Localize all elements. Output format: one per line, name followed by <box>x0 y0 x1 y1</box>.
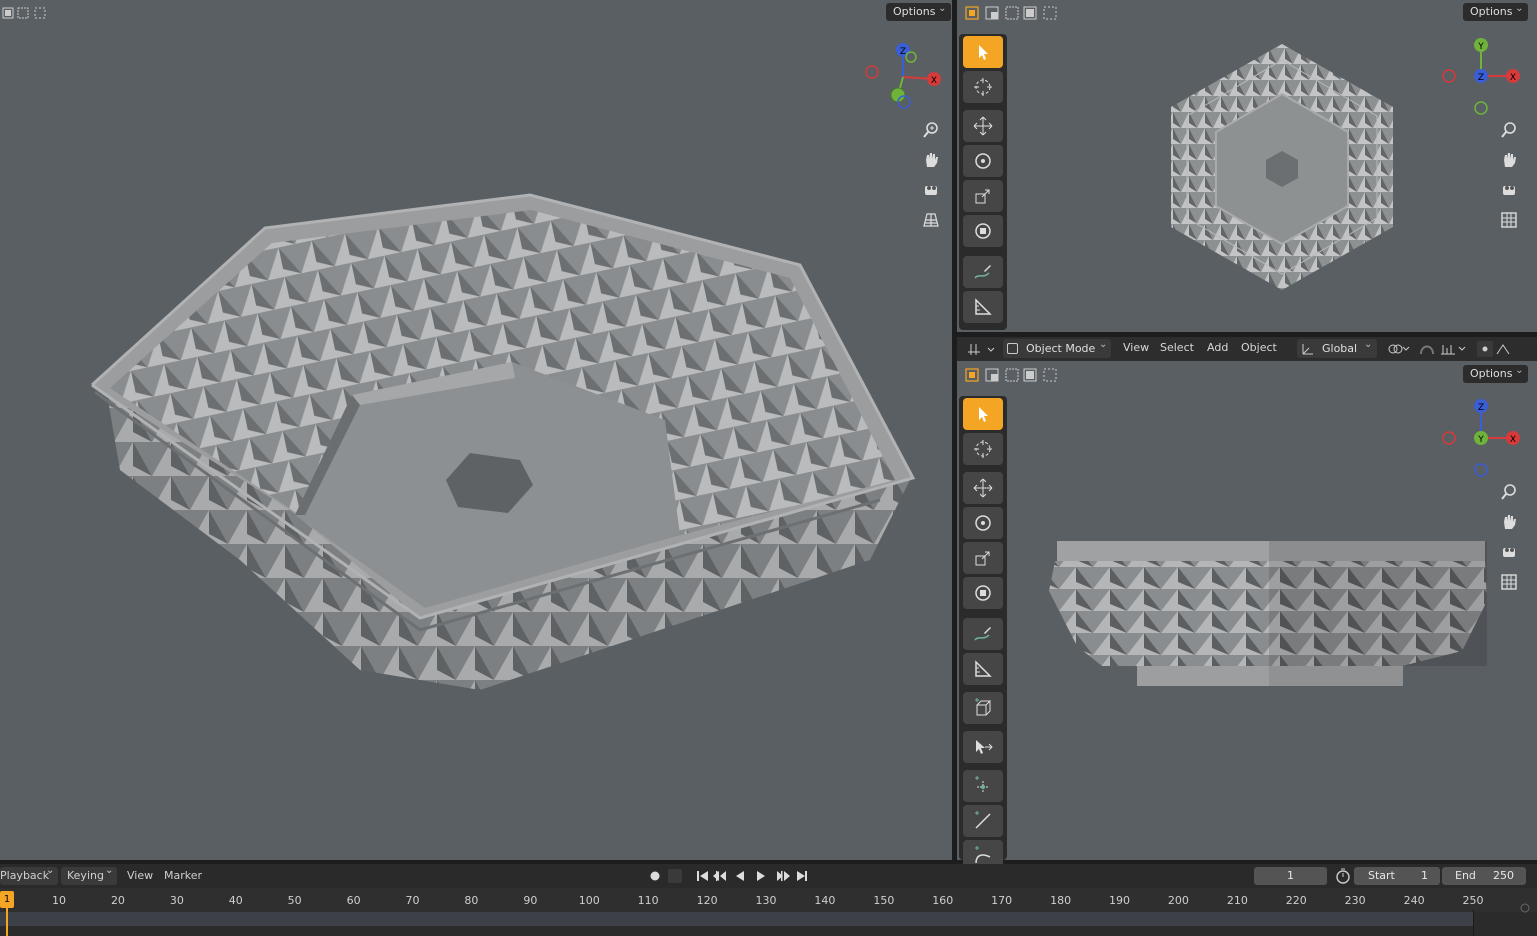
timeline-tick-label: 210 <box>1226 894 1248 907</box>
playhead-line <box>6 908 8 936</box>
cursor-tool[interactable] <box>963 433 1003 465</box>
record-icon <box>650 871 660 881</box>
timeline-tick-label: 190 <box>1109 894 1130 907</box>
tool-shelf-front[interactable] <box>959 396 1007 872</box>
timeline-tick-label: 50 <box>287 894 302 907</box>
orientation-label: Global <box>1322 342 1358 355</box>
timeline-tick-label: 170 <box>991 894 1013 907</box>
jump-end-icon <box>805 871 807 881</box>
editor-type-icon[interactable] <box>966 340 996 358</box>
keying-menu[interactable]: Keying ⌄ <box>61 865 117 885</box>
timeline-tick-label: 40 <box>228 894 243 907</box>
tool-shelf-top[interactable] <box>959 34 1007 330</box>
transform-tool[interactable] <box>963 215 1003 247</box>
end-label: End <box>1455 869 1476 882</box>
play-icon <box>757 871 765 881</box>
current-frame-value: 1 <box>1287 869 1294 882</box>
mode-dropdown[interactable]: Object Mode ⌄ <box>1003 339 1111 358</box>
move-tool[interactable] <box>963 472 1003 504</box>
keying-label: Keying <box>67 869 104 882</box>
end-value: 250 <box>1493 869 1514 882</box>
timeline-tick-label: 60 <box>346 894 361 907</box>
chevron-down-icon: ⌄ <box>1364 339 1373 350</box>
menu-view[interactable]: View <box>1123 341 1149 354</box>
start-value: 1 <box>1421 869 1428 882</box>
timeline-tick-label: 140 <box>814 894 836 907</box>
end-frame-field[interactable]: End 250 <box>1442 867 1526 885</box>
measure-tool[interactable] <box>963 653 1003 685</box>
timeline-tick-label: 20 <box>110 894 125 907</box>
scale-tool[interactable] <box>963 180 1003 212</box>
bowl-top-model <box>1171 44 1393 290</box>
bowl-front-model <box>1049 541 1487 686</box>
transform-orientation-dropdown[interactable]: Global ⌄ <box>1297 339 1377 358</box>
timeline-menu-marker[interactable]: Marker <box>164 869 202 882</box>
menu-add[interactable]: Add <box>1207 341 1228 354</box>
timeline-tick-label: 240 <box>1403 894 1425 907</box>
scroll-handle-icon[interactable] <box>1519 902 1531 914</box>
select-box-tool[interactable] <box>963 398 1003 430</box>
timeline-tick-label: 200 <box>1167 894 1189 907</box>
timeline-header: Playback ⌄ Keying ⌄ View Marker 1 Start … <box>0 864 1537 888</box>
transform-tool[interactable] <box>963 577 1003 609</box>
orientation-axes-icon <box>1302 344 1313 355</box>
playhead-frame: 1 <box>3 894 11 905</box>
playback-controls[interactable] <box>645 867 815 885</box>
timeline-tick-label: 110 <box>637 894 659 907</box>
timeline-range-strip <box>0 912 1473 926</box>
timeline-menu-view[interactable]: View <box>127 869 153 882</box>
timeline-tick-label: 70 <box>405 894 420 907</box>
top-view-viewport[interactable]: Options Y X Z <box>957 0 1537 332</box>
playback-menu[interactable]: Playback ⌄ <box>0 865 58 885</box>
rotate-tool[interactable] <box>963 507 1003 539</box>
mode-label: Object Mode <box>1026 342 1096 355</box>
timeline-tick-label: 100 <box>578 894 600 907</box>
measure-tool[interactable] <box>963 291 1003 323</box>
rotate-tool[interactable] <box>963 145 1003 177</box>
playback-label: Playback <box>0 869 50 882</box>
extrude-tool[interactable] <box>963 731 1003 763</box>
start-label: Start <box>1368 869 1395 882</box>
current-frame-field[interactable]: 1 <box>1254 867 1327 885</box>
move-tool[interactable] <box>963 110 1003 142</box>
playhead[interactable]: 1 <box>0 891 14 908</box>
start-frame-field[interactable]: Start 1 <box>1354 867 1440 885</box>
timeline-tick-label: 250 <box>1462 894 1484 907</box>
timeline-tick-label: 90 <box>523 894 538 907</box>
chevron-down-icon: ⌄ <box>1099 339 1108 350</box>
timeline-tick-label: 150 <box>873 894 895 907</box>
timeline-tick-label: 80 <box>464 894 479 907</box>
jump-start-icon <box>697 871 699 881</box>
timeline-scrubber[interactable]: 1 10 20 30 40 50 60 70 80 90 100 110 120 130 140 150 16… <box>0 888 1537 936</box>
pivot-snapping-icons[interactable] <box>1385 340 1525 358</box>
end-frame-marker <box>1473 910 1474 936</box>
timeline-tick-label: 220 <box>1285 894 1307 907</box>
timeline-tick-label: 30 <box>169 894 184 907</box>
bowl-perspective-model <box>90 193 916 690</box>
timeline-tick-label: 160 <box>932 894 954 907</box>
add-cube-tool[interactable] <box>963 692 1003 724</box>
annotate-tool[interactable] <box>963 618 1003 650</box>
menu-object[interactable]: Object <box>1241 341 1277 354</box>
cursor-tool[interactable] <box>963 71 1003 103</box>
menu-select[interactable]: Select <box>1160 341 1194 354</box>
timeline-tick-label: 180 <box>1050 894 1072 907</box>
chevron-down-icon: ⌄ <box>46 865 55 876</box>
add-line-tool[interactable] <box>963 805 1003 837</box>
annotate-tool[interactable] <box>963 256 1003 288</box>
timeline-tick-label: 120 <box>696 894 718 907</box>
timeline-tick-label: 230 <box>1344 894 1366 907</box>
object-mode-icon <box>1007 343 1018 354</box>
select-box-tool[interactable] <box>963 36 1003 68</box>
stopwatch-icon[interactable] <box>1335 868 1351 884</box>
timeline-tick-label: 10 <box>52 894 67 907</box>
timeline-tick-label: 130 <box>755 894 777 907</box>
add-point-tool[interactable] <box>963 770 1003 802</box>
front-view-viewport[interactable]: Options Z X Y <box>957 361 1537 860</box>
chevron-down-icon: ⌄ <box>105 865 114 876</box>
main-viewport[interactable]: Options Z X <box>0 0 952 860</box>
scale-tool[interactable] <box>963 542 1003 574</box>
